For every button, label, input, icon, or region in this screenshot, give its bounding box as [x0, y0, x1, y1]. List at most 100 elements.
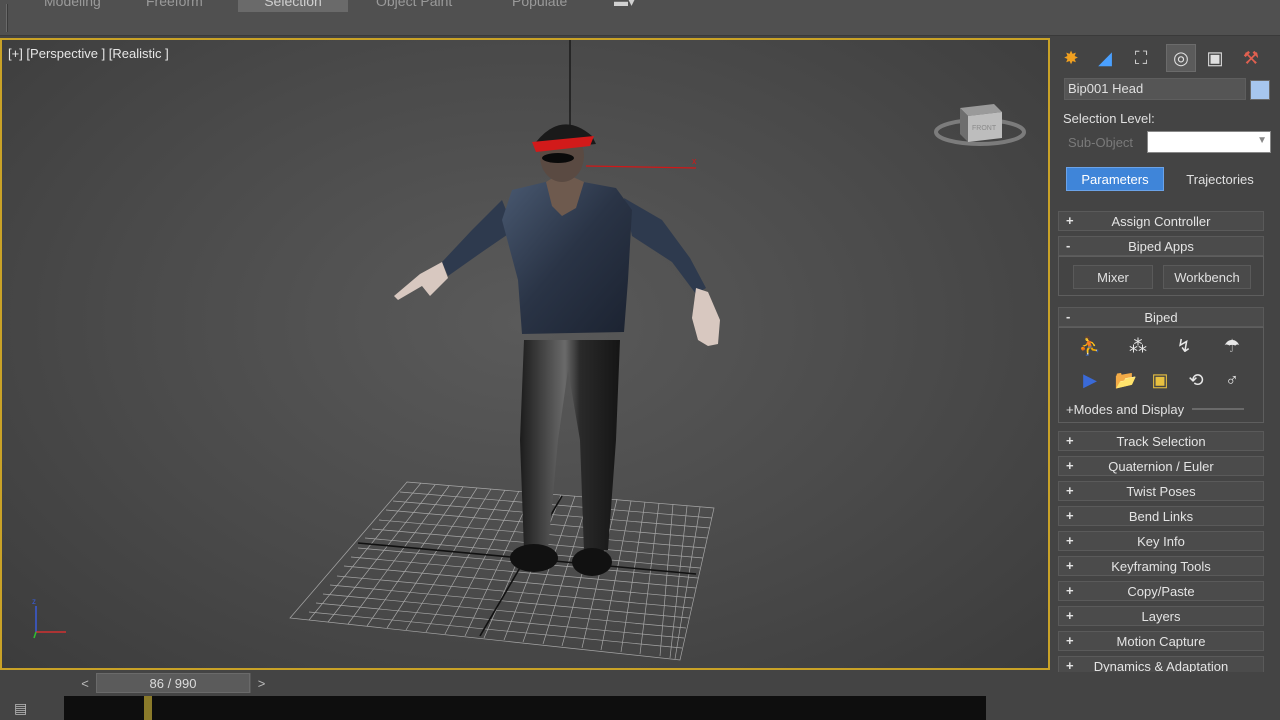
rollout-label: Biped — [1144, 309, 1178, 325]
rollout-label: Twist Poses — [1126, 483, 1196, 499]
divider — [1192, 408, 1244, 410]
biped-character: x — [394, 124, 720, 576]
object-name-field[interactable]: Bip001 Head — [1064, 78, 1246, 100]
rollout-track-selection[interactable]: + Track Selection — [1058, 431, 1264, 451]
character-right-arm — [624, 198, 706, 294]
load-file-icon[interactable]: 📂 — [1112, 366, 1140, 394]
track-bar[interactable] — [64, 696, 986, 720]
expand-sign: + — [1066, 658, 1074, 673]
character-left-hand — [394, 262, 448, 300]
trajectories-button[interactable]: Trajectories — [1174, 167, 1266, 191]
previous-frame-button[interactable]: < — [74, 673, 96, 693]
head-transform-gizmo — [585, 165, 697, 169]
expand-sign: + — [1066, 533, 1074, 548]
rollout-label: Bend Links — [1128, 508, 1194, 524]
tab-selection[interactable]: Selection — [238, 0, 348, 12]
motion-icon[interactable]: ◎ — [1166, 44, 1196, 72]
expand-sign: + — [1066, 213, 1074, 228]
ribbon: Modeling Freeform Selection Object Paint… — [0, 0, 1280, 36]
rollout-label: Assign Controller — [1111, 213, 1211, 229]
rollout-key-info[interactable]: + Key Info — [1058, 531, 1264, 551]
home-grid — [289, 481, 715, 661]
character-legs — [520, 340, 620, 552]
biped-apps-group: Mixer Workbench — [1058, 256, 1264, 296]
rollout-motion-capture[interactable]: + Motion Capture — [1058, 631, 1264, 651]
mixer-mode-icon[interactable]: ☂ — [1218, 332, 1246, 360]
gizmo-x-label: x — [692, 156, 697, 166]
motion-flow-icon[interactable]: ↯ — [1170, 332, 1198, 360]
rollout-label: Layers — [1141, 608, 1181, 624]
footstep-mode-icon[interactable]: ⁂ — [1124, 332, 1152, 360]
tab-populate[interactable]: Populate — [502, 0, 577, 12]
time-slider-thumb[interactable]: 86 / 990 — [96, 673, 250, 693]
rollout-layers[interactable]: + Layers — [1058, 606, 1264, 626]
character-right-shoe — [572, 548, 612, 576]
time-slider-bar: < 86 / 990 > ▤ — [0, 672, 1280, 720]
expand-sign: + — [1066, 558, 1074, 573]
track-bar-icon[interactable]: ▤ — [14, 700, 38, 718]
tab-object-paint[interactable]: Object Paint — [366, 0, 462, 12]
rollout-copy-paste[interactable]: + Copy/Paste — [1058, 581, 1264, 601]
sub-object-label: Sub-Object — [1068, 135, 1134, 150]
scene-canvas[interactable]: x FRONT z — [2, 40, 1048, 668]
expand-sign: + — [1066, 483, 1074, 498]
rollout-biped[interactable]: - Biped — [1058, 307, 1264, 327]
utilities-icon[interactable]: ⚒ — [1236, 44, 1266, 72]
rollout-label: Keyframing Tools — [1111, 558, 1211, 574]
modes-and-display-toggle[interactable]: +Modes and Display — [1066, 402, 1184, 417]
expand-sign: + — [1066, 608, 1074, 623]
rollout-keyframing-tools[interactable]: + Keyframing Tools — [1058, 556, 1264, 576]
character-left-arm — [442, 200, 514, 276]
rollout-biped-apps[interactable]: - Biped Apps — [1058, 236, 1264, 256]
object-color-swatch[interactable] — [1250, 80, 1270, 100]
ribbon-options-icon[interactable]: ▬▾ — [604, 0, 645, 12]
workbench-button[interactable]: Workbench — [1163, 265, 1251, 289]
rollout-twist-poses[interactable]: + Twist Poses — [1058, 481, 1264, 501]
rollout-label: Biped Apps — [1128, 238, 1194, 254]
rollout-label: Track Selection — [1116, 433, 1206, 449]
expand-sign: + — [1066, 458, 1074, 473]
svg-text:z: z — [32, 597, 36, 606]
axis-tripod: z — [32, 597, 66, 639]
convert-icon[interactable]: ⟲ — [1182, 366, 1210, 394]
perspective-viewport[interactable]: x FRONT z [+] [Perspective ] [Realistic … — [0, 38, 1050, 670]
expand-sign: + — [1066, 508, 1074, 523]
tab-modeling[interactable]: Modeling — [34, 0, 111, 12]
sub-object-dropdown[interactable]: ▼ — [1147, 131, 1271, 153]
playback-icon[interactable]: ▶ — [1076, 366, 1104, 394]
mixer-button[interactable]: Mixer — [1073, 265, 1153, 289]
command-panel-tabs: ✸ ◢ ⛶ ◎ ▣ ⚒ — [1052, 40, 1280, 74]
character-right-hand — [692, 288, 720, 346]
move-all-icon[interactable]: ♂ — [1218, 366, 1246, 394]
modify-icon[interactable]: ◢ — [1090, 44, 1120, 72]
viewcube: FRONT — [934, 104, 1026, 146]
rollout-quaternion-euler[interactable]: + Quaternion / Euler — [1058, 456, 1264, 476]
viewcube-front-label: FRONT — [972, 125, 997, 132]
chevron-down-icon: ▼ — [1257, 135, 1267, 146]
rollout-label: Quaternion / Euler — [1108, 458, 1214, 474]
rollout-label: Copy/Paste — [1127, 583, 1195, 599]
hierarchy-icon[interactable]: ⛶ — [1126, 44, 1156, 72]
rollout-label: Key Info — [1137, 533, 1185, 549]
current-frame-marker — [144, 696, 152, 720]
save-file-icon[interactable]: ▣ — [1146, 366, 1174, 394]
character-sunglasses — [542, 153, 574, 163]
rollout-label: Motion Capture — [1116, 633, 1206, 649]
character-left-shoe — [510, 544, 558, 572]
viewport-label[interactable]: [+] [Perspective ] [Realistic ] — [8, 46, 169, 61]
expand-sign: + — [1066, 633, 1074, 648]
command-panel: ✸ ◢ ⛶ ◎ ▣ ⚒ Bip001 Head Selection Level:… — [1052, 38, 1280, 678]
tab-freeform[interactable]: Freeform — [136, 0, 213, 12]
next-frame-button[interactable]: > — [250, 673, 272, 693]
expand-sign: + — [1066, 583, 1074, 598]
display-icon[interactable]: ▣ — [1200, 44, 1230, 72]
selection-level-label: Selection Level: — [1063, 111, 1155, 126]
expand-sign: + — [1066, 433, 1074, 448]
figure-mode-icon[interactable]: ⛹ — [1076, 332, 1104, 360]
rollout-bend-links[interactable]: + Bend Links — [1058, 506, 1264, 526]
rollout-assign-controller[interactable]: + Assign Controller — [1058, 211, 1264, 231]
parameters-button[interactable]: Parameters — [1066, 167, 1164, 191]
collapse-sign: - — [1066, 309, 1071, 324]
ribbon-grip[interactable] — [6, 4, 8, 32]
create-icon[interactable]: ✸ — [1056, 44, 1086, 72]
